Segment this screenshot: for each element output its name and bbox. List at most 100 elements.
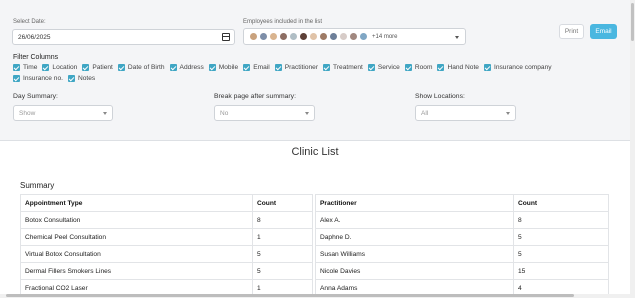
employee-avatar bbox=[359, 32, 368, 41]
checkbox-checked-icon[interactable] bbox=[483, 64, 491, 71]
checkbox-checked-icon[interactable] bbox=[208, 64, 216, 71]
filter-column-label: Insurance no. bbox=[23, 75, 63, 82]
table-cell: 8 bbox=[513, 211, 609, 229]
filter-column-label: Service bbox=[377, 64, 400, 71]
table-cell: 1 bbox=[252, 228, 313, 246]
checkbox-checked-icon[interactable] bbox=[13, 75, 20, 82]
employee-avatar bbox=[299, 32, 308, 41]
calendar-icon[interactable] bbox=[222, 33, 230, 41]
filter-column-checkbox[interactable]: Insurance no. bbox=[13, 75, 63, 82]
filter-column-label: Notes bbox=[77, 75, 96, 82]
filter-column-label: Treatment bbox=[333, 64, 363, 71]
show-locations-select[interactable]: All bbox=[415, 105, 516, 121]
checkbox-checked-icon[interactable] bbox=[13, 64, 20, 71]
checkbox-checked-icon[interactable] bbox=[243, 64, 251, 71]
filter-column-label: Location bbox=[52, 64, 78, 71]
filter-column-label: Email bbox=[253, 64, 270, 71]
column-header: Practitioner bbox=[315, 194, 514, 212]
filter-column-label: Address bbox=[179, 64, 204, 71]
date-input[interactable]: 26/06/2025 bbox=[12, 29, 235, 45]
chevron-down-icon bbox=[305, 112, 309, 115]
filter-column-checkbox[interactable]: Address bbox=[169, 64, 204, 71]
table-cell: 5 bbox=[252, 245, 313, 263]
checkbox-checked-icon[interactable] bbox=[42, 64, 50, 71]
filter-column-checkbox[interactable]: Notes bbox=[67, 75, 96, 82]
email-button[interactable]: Email bbox=[590, 24, 617, 39]
table-row: Daphne D. 5 bbox=[315, 228, 609, 246]
table-cell: 8 bbox=[252, 211, 313, 229]
employee-avatar bbox=[339, 32, 348, 41]
checkbox-checked-icon[interactable] bbox=[117, 64, 125, 71]
filter-columns-title: Filter Columns bbox=[13, 54, 59, 61]
employees-label: Employees included in the list bbox=[243, 19, 323, 25]
filter-columns-row-2: Insurance no. Notes bbox=[13, 75, 100, 82]
checkbox-checked-icon[interactable] bbox=[67, 75, 75, 82]
filter-column-checkbox[interactable]: Hand Note bbox=[437, 64, 479, 71]
select-date-label: Select Date: bbox=[13, 19, 46, 25]
break-page-select[interactable]: No bbox=[214, 105, 315, 121]
filter-column-checkbox[interactable]: Time bbox=[13, 64, 37, 71]
table-row: Nicole Davies 15 bbox=[315, 262, 609, 280]
scrollbar-thumb[interactable] bbox=[631, 3, 634, 41]
employee-avatar bbox=[309, 32, 318, 41]
date-value: 26/06/2025 bbox=[18, 33, 51, 41]
filter-column-checkbox[interactable]: Location bbox=[42, 64, 77, 71]
filter-column-checkbox[interactable]: Treatment bbox=[323, 64, 363, 71]
checkbox-checked-icon[interactable] bbox=[367, 64, 375, 71]
column-header: Count bbox=[513, 194, 609, 212]
table-row: Dermal Fillers Smokers Lines 5 bbox=[20, 262, 313, 280]
filter-column-checkbox[interactable]: Practitioner bbox=[274, 64, 319, 71]
table-row: Chemical Peel Consultation 1 bbox=[20, 228, 313, 246]
table-row: Susan Williams 5 bbox=[315, 245, 609, 263]
employees-select[interactable]: +14 more bbox=[243, 28, 466, 45]
chevron-down-icon bbox=[506, 112, 510, 115]
print-button[interactable]: Print bbox=[559, 24, 584, 39]
day-summary-value: Show bbox=[19, 109, 36, 117]
employee-avatar bbox=[249, 32, 258, 41]
checkbox-checked-icon[interactable] bbox=[169, 64, 177, 71]
filter-column-label: Date of Birth bbox=[127, 64, 165, 71]
table-cell: Daphne D. bbox=[315, 228, 514, 246]
filter-column-label: Practitioner bbox=[284, 64, 319, 71]
filter-column-checkbox[interactable]: Mobile bbox=[208, 64, 238, 71]
employee-avatar bbox=[329, 32, 338, 41]
divider bbox=[0, 140, 630, 141]
chevron-down-icon bbox=[455, 36, 459, 39]
filter-column-checkbox[interactable]: Date of Birth bbox=[117, 64, 165, 71]
table-row: Botox Consultation 8 bbox=[20, 211, 313, 229]
scrollbar-thumb[interactable] bbox=[6, 294, 574, 297]
day-summary-select[interactable]: Show bbox=[13, 105, 113, 121]
page-title: Clinic List bbox=[291, 146, 339, 158]
table-cell: 15 bbox=[513, 262, 609, 280]
checkbox-checked-icon[interactable] bbox=[404, 64, 412, 71]
filter-column-label: Hand Note bbox=[447, 64, 479, 71]
appointment-type-table: Appointment Type Count Botox Consultatio… bbox=[20, 194, 313, 297]
checkbox-checked-icon[interactable] bbox=[437, 64, 445, 71]
checkbox-checked-icon[interactable] bbox=[274, 64, 282, 71]
filter-column-label: Room bbox=[414, 64, 433, 71]
table-row: Alex A. 8 bbox=[315, 211, 609, 229]
table-cell: 5 bbox=[513, 228, 609, 246]
column-header: Appointment Type bbox=[20, 194, 253, 212]
employee-avatar bbox=[289, 32, 298, 41]
horizontal-scrollbar[interactable] bbox=[0, 294, 630, 298]
column-header: Count bbox=[252, 194, 313, 212]
filter-column-checkbox[interactable]: Room bbox=[404, 64, 433, 71]
filter-column-checkbox[interactable]: Insurance company bbox=[483, 64, 552, 71]
filter-column-label: Time bbox=[23, 64, 38, 71]
show-locations-label: Show Locations: bbox=[415, 93, 465, 100]
table-row: Virtual Botox Consultation 5 bbox=[20, 245, 313, 263]
filter-column-checkbox[interactable]: Service bbox=[367, 64, 400, 71]
chevron-down-icon bbox=[103, 112, 107, 115]
table-cell: Dermal Fillers Smokers Lines bbox=[20, 262, 253, 280]
employee-avatar bbox=[269, 32, 278, 41]
employee-avatar bbox=[279, 32, 288, 41]
show-locations-value: All bbox=[421, 109, 429, 117]
filter-column-checkbox[interactable]: Patient bbox=[82, 64, 113, 71]
checkbox-checked-icon[interactable] bbox=[323, 64, 331, 71]
table-cell: Alex A. bbox=[315, 211, 514, 229]
summary-title: Summary bbox=[20, 181, 55, 190]
vertical-scrollbar[interactable] bbox=[630, 0, 635, 298]
filter-column-checkbox[interactable]: Email bbox=[243, 64, 270, 71]
checkbox-checked-icon[interactable] bbox=[82, 64, 90, 71]
